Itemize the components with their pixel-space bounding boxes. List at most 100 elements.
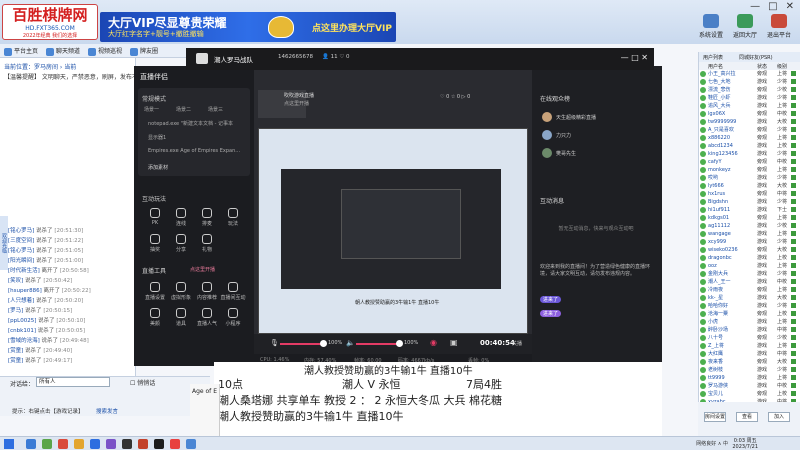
maximize-button[interactable]: □ (631, 53, 639, 62)
user-row[interactable]: x886220 旁观 上将 (699, 134, 800, 142)
user-row[interactable]: wangage 游戏 上将 (699, 230, 800, 238)
user-row[interactable]: 七色_大地 游戏 少将 (699, 78, 800, 86)
user-row[interactable]: 追风_大兵 游戏 上将 (699, 102, 800, 110)
minimize-button[interactable]: — (621, 53, 629, 62)
user-row[interactable]: 鞋匠_小虾 游戏 少将 (699, 94, 800, 102)
user-row[interactable]: kk-_星 游戏 大校 (699, 294, 800, 302)
chat-user[interactable]: [阳光瞬间] (8, 258, 34, 264)
scene-tab-3[interactable]: 场景三 (208, 106, 223, 113)
side-tab[interactable]: 欢迎光临 (0, 216, 8, 270)
user-row[interactable]: A_只是喜欢 旁观 少将 (699, 126, 800, 134)
user-row[interactable]: ag11112 游戏 少校 (699, 222, 800, 230)
avatar-button[interactable]: 虚拟形象 (168, 282, 194, 301)
user-row[interactable]: 冷雨夜 旁观 上将 (699, 286, 800, 294)
user-row[interactable]: 老树枝 游戏 少将 (699, 366, 800, 374)
user-row[interactable]: lgx06X 旁观 中校 (699, 110, 800, 118)
view-button[interactable]: 查看 (736, 412, 758, 422)
taskbar-app-icon[interactable] (74, 439, 84, 449)
chat-user[interactable]: [赏童] (8, 348, 23, 354)
source-item[interactable]: notepad.exe "新建文本文档 - 记事本 (148, 120, 233, 127)
chat-user[interactable]: [铭心罗马] (8, 248, 34, 254)
recommend-button[interactable]: 内容推荐 (194, 282, 220, 301)
chat-user[interactable]: [ppL0025] (8, 318, 36, 324)
lottery-button[interactable]: 抽奖 (142, 234, 168, 253)
user-row[interactable]: hx1rus 旁观 中将 (699, 190, 800, 198)
taskbar-app-icon[interactable] (186, 439, 196, 449)
taskbar-app-icon[interactable] (170, 439, 180, 449)
mic-icon[interactable]: 🎙 (270, 339, 279, 347)
age-of-empires-window[interactable]: Age of E (190, 384, 220, 436)
close-button[interactable]: ✕ (786, 2, 794, 12)
user-row[interactable]: 哈哈你好 游戏 少将 (699, 302, 800, 310)
user-row[interactable]: abcd1234 游戏 上校 (699, 142, 800, 150)
chat-user[interactable]: [人只想着] (8, 298, 34, 304)
toolbar-video[interactable]: 视频巡视 (88, 46, 122, 56)
source-item[interactable]: Empires.exe Age of Empires Expan... (148, 148, 240, 154)
toolbar-chat[interactable]: 聊天频道 (46, 46, 80, 56)
live-preview[interactable]: 朝人教授赞助赢的3牛输1牛 直播10牛 (258, 128, 528, 334)
user-row[interactable]: wiseko0236 旁观 大校 (699, 246, 800, 254)
tab-friends[interactable]: 同城好友(PSR) (739, 54, 773, 61)
user-row[interactable]: 漂流_悲伤 旁观 少校 (699, 86, 800, 94)
user-row[interactable]: kdkgs01 旁观 上将 (699, 214, 800, 222)
room-settings-button[interactable]: 房间设置 (704, 412, 726, 422)
close-button[interactable]: ✕ (641, 53, 648, 62)
mic-volume-slider[interactable] (280, 340, 327, 347)
user-row[interactable]: hi1uf911 游戏 下士 (699, 206, 800, 214)
taskbar-app-icon[interactable] (26, 439, 36, 449)
props-button[interactable]: 道具 (168, 308, 194, 327)
user-row[interactable]: Bigdshn 游戏 少将 (699, 198, 800, 206)
record-icon[interactable]: ◉ (430, 338, 437, 347)
add-source-button[interactable]: 添加素材 (148, 164, 168, 171)
user-row[interactable]: tw9999999 游戏 大校 (699, 118, 800, 126)
chat-user[interactable]: [雪域的沧海] (8, 338, 40, 344)
speaker-volume-slider[interactable] (356, 340, 403, 347)
chat-user[interactable]: [赏童] (8, 358, 23, 364)
chat-user[interactable]: [罗马] (8, 308, 23, 314)
taskbar-app-icon[interactable] (122, 439, 132, 449)
user-row[interactable]: 潮人_王一 游戏 中校 (699, 278, 800, 286)
chat-user[interactable]: [三度空间] (8, 238, 34, 244)
scene-tab-1[interactable]: 场景一 (144, 106, 159, 113)
taskbar-app-icon[interactable] (58, 439, 68, 449)
gift-button[interactable]: 礼物 (194, 234, 220, 253)
user-row[interactable]: 醉卧沙场 游戏 中将 (699, 326, 800, 334)
taskbar-app-icon[interactable] (90, 439, 100, 449)
chat-target-select[interactable]: 所有人 (36, 377, 110, 387)
source-item[interactable]: 显示器1 (148, 134, 166, 141)
start-icon[interactable] (4, 439, 14, 449)
user-row[interactable]: 八十号 旁观 少校 (699, 334, 800, 342)
user-row[interactable]: 罗马游侠 游戏 中校 (699, 382, 800, 390)
games-button[interactable]: 玩法 (220, 208, 246, 227)
whisper-checkbox[interactable]: ☐ 悄悄话 (130, 378, 155, 387)
user-row[interactable]: tt9999 游戏 上将 (699, 374, 800, 382)
toolbar-friends[interactable]: 牌友圈 (130, 46, 158, 56)
queue-button[interactable]: 排麦 (194, 208, 220, 227)
user-row[interactable]: 哎哟 游戏 少将 (699, 174, 800, 182)
speaker-icon[interactable]: 🔈 (346, 339, 355, 347)
user-row[interactable]: cafyY 旁观 中校 (699, 158, 800, 166)
taskbar-app-icon[interactable] (42, 439, 52, 449)
tab-user-list[interactable]: 用户列表 (703, 54, 723, 61)
screenshot-icon[interactable]: ▣ (450, 338, 458, 347)
toolbar-home[interactable]: 平台主页 (4, 46, 38, 56)
scene-tab-2[interactable]: 场景二 (176, 106, 191, 113)
user-row[interactable]: ooz 游戏 上将 (699, 262, 800, 270)
chat-tip-link[interactable]: 搜索发言 (96, 407, 118, 415)
taskbar-app-icon[interactable] (154, 439, 164, 449)
link-button[interactable]: 连线 (168, 208, 194, 227)
return-lobby-button[interactable]: 返回大厅 (732, 14, 758, 39)
room-home-icon[interactable] (196, 53, 208, 64)
chat-user[interactable]: [hsuper886] (8, 288, 42, 294)
ad-cta[interactable]: 点这里办理大厅VIP (312, 21, 392, 34)
user-row[interactable]: 沧海一粟 旁观 上校 (699, 310, 800, 318)
chat-user[interactable]: [cnbk101] (8, 328, 36, 334)
user-row[interactable]: xcy999 游戏 少将 (699, 238, 800, 246)
vip-ad-banner[interactable]: 大厅VIP尽显尊贵荣耀 大厅红字名字+靓号+撤胜撤输 点这里办理大厅VIP (100, 12, 396, 42)
stop-live-button[interactable]: 关播 (512, 340, 522, 347)
beauty-button[interactable]: 美颜 (142, 308, 168, 327)
pk-button[interactable]: PK (142, 208, 168, 226)
user-row[interactable]: 大红鹰 游戏 中将 (699, 350, 800, 358)
room-interact-button[interactable]: 直播间互动 (220, 282, 246, 301)
user-row[interactable]: lyt666 游戏 大校 (699, 182, 800, 190)
